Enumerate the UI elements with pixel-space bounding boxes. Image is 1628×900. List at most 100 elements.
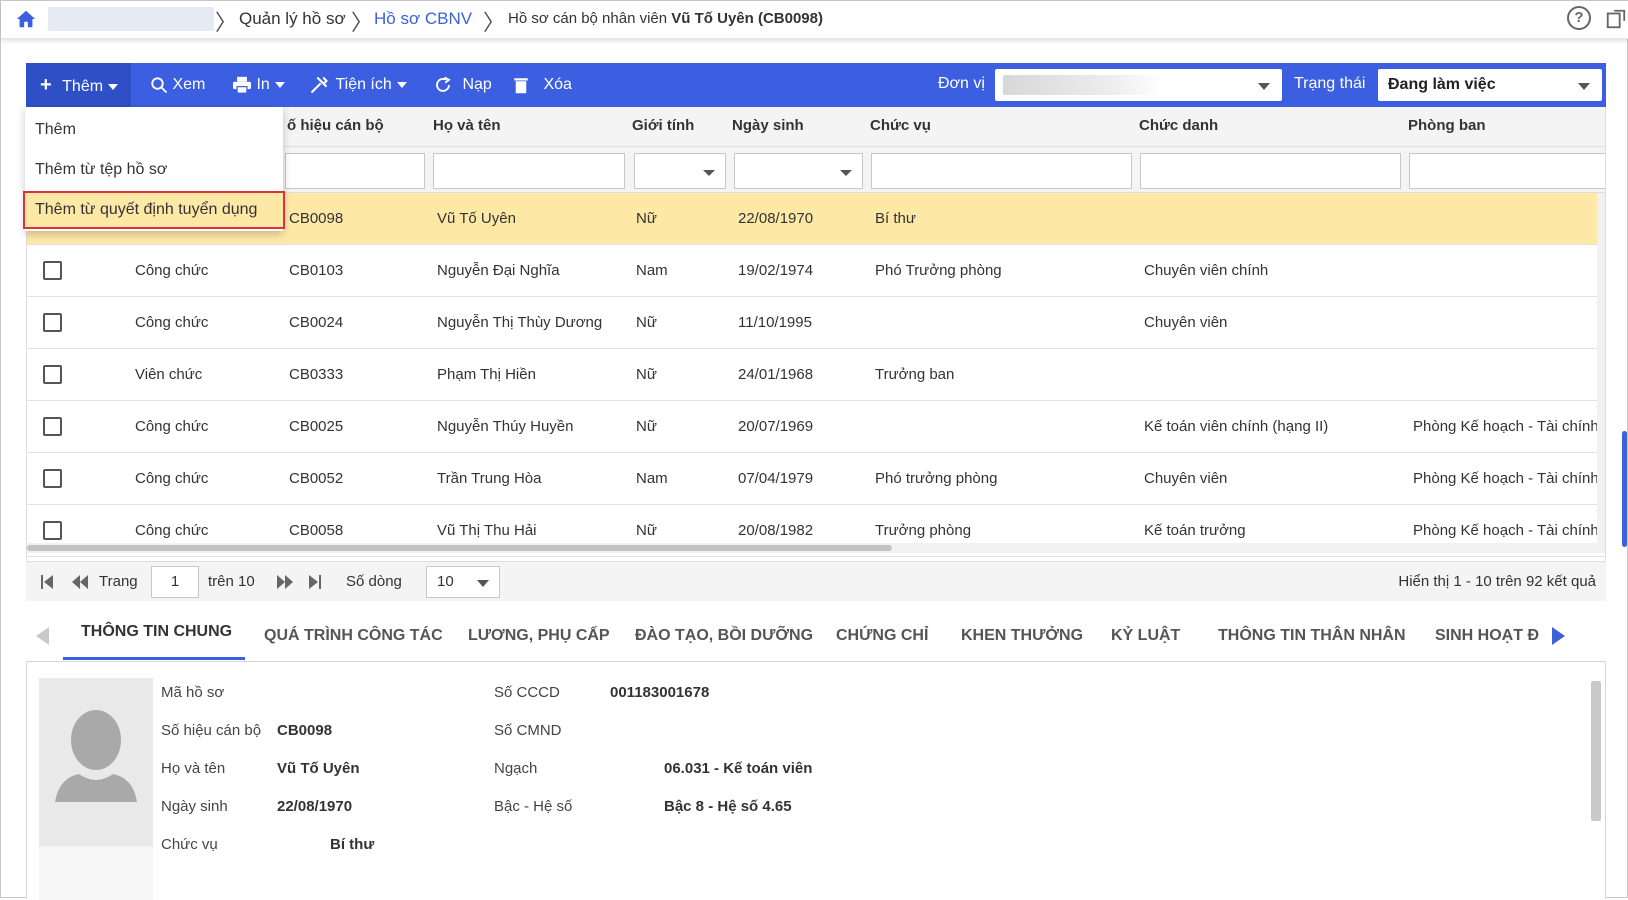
filter-title-input[interactable] <box>1140 153 1401 189</box>
popout-icon[interactable] <box>1605 8 1627 30</box>
view-button-label: Xem <box>172 76 206 93</box>
grade-label: Ngạch <box>494 760 538 777</box>
general-info-panel: Mã hồ sơ Số hiệu cán bộ CB0098 Họ và tên… <box>26 661 1606 900</box>
col-head-gender[interactable]: Giới tính <box>632 117 694 134</box>
position-label: Chức vụ <box>161 836 218 853</box>
breadcrumb-separator-icon: 〉 <box>215 10 238 35</box>
add-dropdown-menu: Thêm Thêm từ tệp hồ sơ Thêm từ quyết địn… <box>23 107 285 231</box>
cell-gender: Nam <box>636 262 668 279</box>
first-page-icon[interactable] <box>40 574 54 590</box>
page-number-input[interactable]: 1 <box>151 566 199 598</box>
page-scrollbar-thumb[interactable] <box>1622 431 1627 547</box>
tab-family[interactable]: THÔNG TIN THÂN NHÂN <box>1218 627 1406 645</box>
cell-type: Công chức <box>135 262 209 279</box>
row-checkbox[interactable] <box>43 417 62 436</box>
help-icon[interactable]: ? <box>1567 6 1591 30</box>
rows-per-page-select[interactable]: 10 <box>426 566 500 598</box>
plus-icon: + <box>40 74 52 96</box>
unit-label: Đơn vị <box>938 75 985 92</box>
chevron-down-icon <box>840 170 852 176</box>
chevron-down-icon <box>274 81 285 88</box>
record-code-label: Mã hồ sơ <box>161 684 225 701</box>
tab-scroll-right-icon[interactable] <box>1552 627 1565 645</box>
cell-dob: 20/08/1982 <box>738 522 814 539</box>
row-checkbox[interactable] <box>43 521 62 540</box>
menu-item-add-from-decision[interactable]: Thêm từ quyết định tuyển dụng <box>23 191 285 229</box>
results-summary: Hiển thị 1 - 10 trên 92 kết quả <box>1398 573 1596 590</box>
tab-salary[interactable]: LƯƠNG, PHỤ CẤP <box>468 627 610 645</box>
filter-gender-select[interactable] <box>634 153 726 189</box>
grade-value: 06.031 - Kế toán viên <box>664 760 813 777</box>
tab-scroll-left-icon[interactable] <box>36 627 49 645</box>
add-button[interactable]: + Thêm <box>26 63 131 107</box>
next-page-icon[interactable] <box>276 574 294 590</box>
detail-scrollbar[interactable] <box>1591 681 1601 821</box>
menu-item-add[interactable]: Thêm <box>25 111 283 149</box>
row-checkbox[interactable] <box>43 365 62 384</box>
status-select-value: Đang làm việc <box>1388 76 1496 93</box>
utility-button[interactable]: Tiện ích <box>309 63 407 107</box>
view-button[interactable]: Xem <box>150 63 205 107</box>
col-head-department[interactable]: Phòng ban <box>1408 117 1486 134</box>
cell-type: Công chức <box>135 418 209 435</box>
table-row[interactable]: Công chức CB0024 Nguyễn Thị Thùy Dương N… <box>27 297 1605 349</box>
col-head-dob[interactable]: Ngày sinh <box>732 117 804 134</box>
table-row[interactable]: Viên chức CB0333 Phạm Thị Hiền Nữ 24/01/… <box>27 349 1605 401</box>
tab-general-info[interactable]: THÔNG TIN CHUNG <box>81 623 232 641</box>
rows-per-page-label: Số dòng <box>346 573 402 590</box>
tab-work-history[interactable]: QUÁ TRÌNH CÔNG TÁC <box>264 627 443 645</box>
cell-gender: Nữ <box>636 522 657 539</box>
breadcrumb-level2[interactable]: Hồ sơ CBNV <box>374 9 472 29</box>
cell-gender: Nữ <box>636 210 657 227</box>
scrollbar-thumb[interactable] <box>27 545 892 551</box>
info-fields: Mã hồ sơ Số hiệu cán bộ CB0098 Họ và tên… <box>153 678 1594 900</box>
col-head-position[interactable]: Chức vụ <box>870 117 931 134</box>
general-info-content: Mã hồ sơ Số hiệu cán bộ CB0098 Họ và tên… <box>39 678 1594 900</box>
cell-dob: 24/01/1968 <box>738 366 814 383</box>
filter-dob-select[interactable] <box>734 153 863 189</box>
row-checkbox[interactable] <box>43 469 62 488</box>
cell-title: Chuyên viên <box>1144 470 1228 487</box>
toolbar: + Thêm Xem In Tiện ích Nạp Xóa Đơn vị Tr… <box>26 63 1606 107</box>
print-button-label: In <box>256 76 270 93</box>
filter-position-input[interactable] <box>871 153 1132 189</box>
status-label: Trạng thái <box>1294 75 1366 92</box>
tab-discipline[interactable]: KỶ LUẬT <box>1111 627 1180 645</box>
prev-page-icon[interactable] <box>71 574 89 590</box>
col-head-code[interactable]: ố hiệu cán bộ <box>287 117 384 134</box>
tab-rewards[interactable]: KHEN THƯỞNG <box>961 627 1083 645</box>
tab-party-activity[interactable]: SINH HOẠT Đ <box>1435 627 1543 645</box>
breadcrumb-root-blurred[interactable] <box>48 7 214 31</box>
last-page-icon[interactable] <box>308 574 322 590</box>
grid-rows: CB0098 Vũ Tố Uyên Nữ 22/08/1970 Bí thư C… <box>27 193 1605 557</box>
print-button[interactable]: In <box>232 63 285 107</box>
add-button-label: Thêm <box>62 78 104 95</box>
home-icon[interactable] <box>15 8 37 30</box>
row-checkbox[interactable] <box>43 313 62 332</box>
filter-name-input[interactable] <box>433 153 625 189</box>
cell-gender: Nữ <box>636 418 657 435</box>
grid-horizontal-scrollbar[interactable] <box>27 543 1605 553</box>
table-row[interactable]: Công chức CB0052 Trần Trung Hòa Nam 07/0… <box>27 453 1605 505</box>
person-silhouette-icon <box>55 710 137 802</box>
dob-label: Ngày sinh <box>161 798 228 815</box>
delete-button[interactable]: Xóa <box>513 63 572 107</box>
grid-vertical-scrollbar[interactable] <box>1597 193 1605 543</box>
cell-position: Trưởng ban <box>875 366 955 383</box>
menu-item-add-from-file[interactable]: Thêm từ tệp hồ sơ <box>25 151 283 189</box>
unit-select[interactable] <box>995 69 1282 101</box>
row-checkbox[interactable] <box>43 261 62 280</box>
status-select[interactable]: Đang làm việc <box>1378 69 1602 101</box>
tab-certificates[interactable]: CHỨNG CHỈ <box>836 627 928 645</box>
filter-code-input[interactable] <box>285 153 425 189</box>
reload-button[interactable]: Nạp <box>434 63 492 107</box>
tab-training[interactable]: ĐÀO TẠO, BỒI DƯỠNG <box>635 627 813 645</box>
cell-dob: 19/02/1974 <box>738 262 814 279</box>
cell-name: Trần Trung Hòa <box>437 470 542 487</box>
table-row[interactable]: Công chức CB0103 Nguyễn Đại Nghĩa Nam 19… <box>27 245 1605 297</box>
col-head-name[interactable]: Họ và tên <box>433 117 501 134</box>
filter-department-input[interactable] <box>1409 153 1605 189</box>
col-head-title[interactable]: Chức danh <box>1139 117 1218 134</box>
table-row[interactable]: Công chức CB0025 Nguyễn Thúy Huyền Nữ 20… <box>27 401 1605 453</box>
breadcrumb-level1[interactable]: Quản lý hồ sơ <box>239 9 346 29</box>
